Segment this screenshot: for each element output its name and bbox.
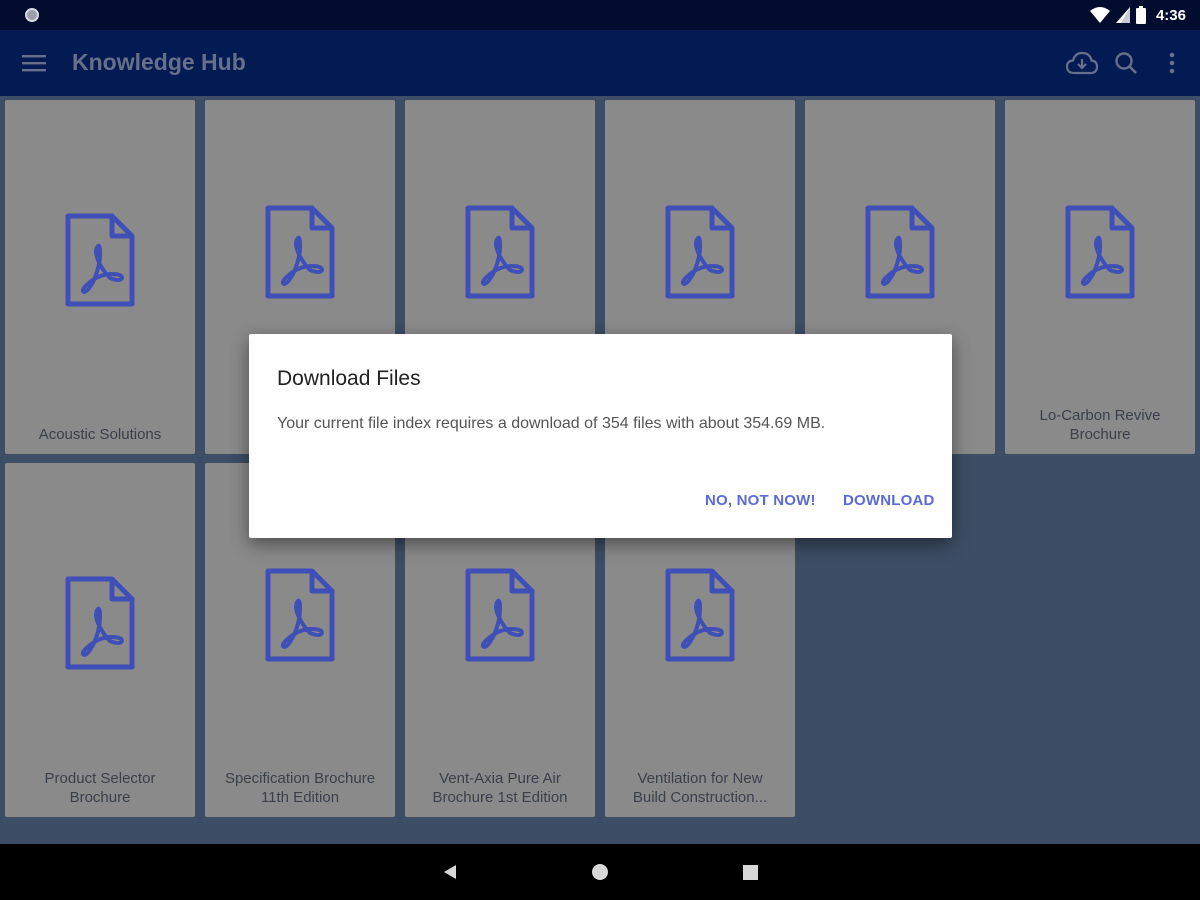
pdf-file-icon <box>65 213 135 307</box>
tile-label: Acoustic Solutions <box>38 426 162 443</box>
pdf-file-icon <box>465 568 535 662</box>
pdf-file-icon <box>265 568 335 662</box>
menu-icon <box>22 55 46 72</box>
cloud-download-icon <box>1066 51 1098 75</box>
search-icon <box>1115 52 1137 74</box>
tile-label: Ventilation for New Build Construction..… <box>632 770 768 806</box>
tile-label: Product Selector Brochure <box>44 770 156 806</box>
pdf-file-icon <box>465 205 535 299</box>
system-nav-bar <box>0 844 1200 900</box>
tile-label: Lo-Carbon Revive Brochure <box>1039 407 1161 443</box>
back-button[interactable] <box>436 858 464 886</box>
tile-label: Specification Brochure 11th Edition <box>224 770 376 806</box>
cloud-download-button[interactable] <box>1062 43 1102 83</box>
menu-button[interactable] <box>16 45 52 81</box>
recents-icon <box>742 864 758 880</box>
document-tile[interactable]: Acoustic Solutions <box>5 100 195 454</box>
pdf-file-icon <box>1065 205 1135 299</box>
wifi-icon <box>1089 7 1110 23</box>
cell-signal-icon <box>1115 7 1130 23</box>
battery-icon <box>1135 6 1146 24</box>
dialog-message: Your current file index requires a downl… <box>277 415 826 432</box>
more-options-button[interactable] <box>1152 43 1192 83</box>
home-icon <box>592 864 608 880</box>
not-now-button[interactable]: NO, NOT NOW! <box>705 492 816 509</box>
app-title: Knowledge Hub <box>72 49 246 75</box>
more-vert-icon <box>1169 52 1175 74</box>
recents-button[interactable] <box>736 858 764 886</box>
home-button[interactable] <box>586 858 614 886</box>
back-icon <box>444 865 456 879</box>
pdf-file-icon <box>665 205 735 299</box>
status-bar: 4:36 <box>0 0 1200 30</box>
clock-time: 4:36 <box>1155 6 1186 24</box>
app-bar: Knowledge Hub <box>0 30 1200 96</box>
search-button[interactable] <box>1106 43 1146 83</box>
pdf-file-icon <box>265 205 335 299</box>
download-dialog: Download Files Your current file index r… <box>249 334 952 538</box>
pdf-file-icon <box>65 576 135 670</box>
document-tile[interactable]: Lo-Carbon Revive Brochure <box>1005 100 1195 454</box>
dialog-title: Download Files <box>277 367 421 390</box>
status-icons: 4:36 <box>1089 5 1186 25</box>
pdf-file-icon <box>865 205 935 299</box>
notification-dot-icon <box>25 8 39 22</box>
document-tile[interactable]: Product Selector Brochure <box>5 463 195 817</box>
download-button[interactable]: DOWNLOAD <box>843 492 935 509</box>
tile-label: Vent-Axia Pure Air Brochure 1st Edition <box>432 770 568 806</box>
pdf-file-icon <box>665 568 735 662</box>
